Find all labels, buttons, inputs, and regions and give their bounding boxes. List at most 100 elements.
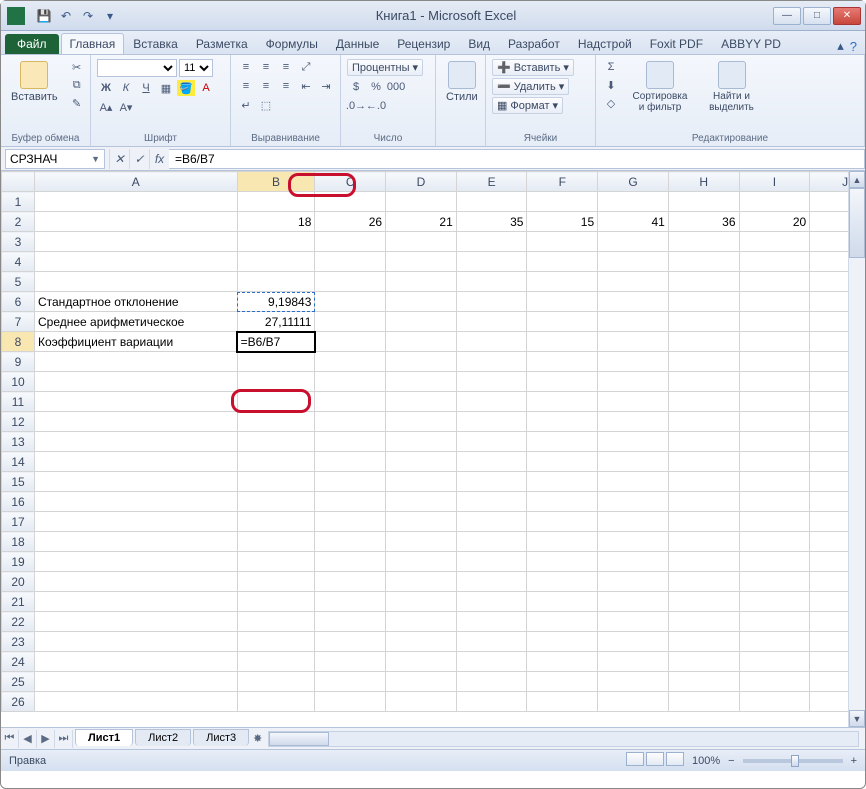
cell-B14[interactable]: [237, 452, 315, 472]
minimize-ribbon-icon[interactable]: ▴: [837, 38, 844, 54]
qat-dropdown-icon[interactable]: ▾: [101, 7, 119, 25]
cell-G10[interactable]: [598, 372, 669, 392]
cell-B7[interactable]: 27,11111: [237, 312, 315, 332]
cell-F9[interactable]: [527, 352, 598, 372]
col-header-B[interactable]: B: [237, 172, 315, 192]
cell-A10[interactable]: [34, 372, 237, 392]
cell-C8[interactable]: [315, 332, 386, 352]
col-header-F[interactable]: F: [527, 172, 598, 192]
vertical-scrollbar[interactable]: ▲ ▼: [848, 171, 865, 727]
cell-E9[interactable]: [456, 352, 527, 372]
row-header-1[interactable]: 1: [2, 192, 35, 212]
cell-D24[interactable]: [386, 652, 457, 672]
cell-H14[interactable]: [668, 452, 739, 472]
cell-G16[interactable]: [598, 492, 669, 512]
format-painter-icon[interactable]: ✎: [68, 95, 86, 111]
cell-I18[interactable]: [739, 532, 810, 552]
sheet-nav-prev-icon[interactable]: ◀: [19, 730, 37, 748]
tab-developer[interactable]: Разработ: [499, 33, 569, 54]
cell-D14[interactable]: [386, 452, 457, 472]
cell-A26[interactable]: [34, 692, 237, 712]
cell-F15[interactable]: [527, 472, 598, 492]
cell-C9[interactable]: [315, 352, 386, 372]
cell-B25[interactable]: [237, 672, 315, 692]
cell-B1[interactable]: [237, 192, 315, 212]
cell-E17[interactable]: [456, 512, 527, 532]
worksheet-grid[interactable]: A B C D E F G H I J 12182621351541362032…: [1, 171, 865, 727]
border-button[interactable]: ▦: [157, 80, 175, 96]
decrease-font-icon[interactable]: A▾: [117, 99, 135, 115]
cell-E21[interactable]: [456, 592, 527, 612]
number-format-select[interactable]: Процентны ▾: [347, 59, 423, 76]
cell-I10[interactable]: [739, 372, 810, 392]
cell-H17[interactable]: [668, 512, 739, 532]
tab-addins[interactable]: Надстрой: [569, 33, 641, 54]
cell-H15[interactable]: [668, 472, 739, 492]
cell-A24[interactable]: [34, 652, 237, 672]
align-right-icon[interactable]: ≡: [277, 78, 295, 94]
name-box-dropdown-icon[interactable]: ▼: [91, 154, 100, 164]
cell-I12[interactable]: [739, 412, 810, 432]
autosum-icon[interactable]: Σ: [602, 59, 620, 75]
cell-G18[interactable]: [598, 532, 669, 552]
row-header-18[interactable]: 18: [2, 532, 35, 552]
cell-D11[interactable]: [386, 392, 457, 412]
cell-H16[interactable]: [668, 492, 739, 512]
cell-H18[interactable]: [668, 532, 739, 552]
cell-G19[interactable]: [598, 552, 669, 572]
cell-G21[interactable]: [598, 592, 669, 612]
cell-I26[interactable]: [739, 692, 810, 712]
cell-B8[interactable]: =B6/B7: [237, 332, 315, 352]
tab-foxit[interactable]: Foxit PDF: [641, 33, 712, 54]
cell-C11[interactable]: [315, 392, 386, 412]
cell-F21[interactable]: [527, 592, 598, 612]
sort-filter-button[interactable]: Сортировка и фильтр: [626, 59, 694, 115]
cell-G14[interactable]: [598, 452, 669, 472]
cell-B17[interactable]: [237, 512, 315, 532]
cell-B12[interactable]: [237, 412, 315, 432]
cell-H5[interactable]: [668, 272, 739, 292]
cell-B16[interactable]: [237, 492, 315, 512]
cell-H19[interactable]: [668, 552, 739, 572]
cell-I19[interactable]: [739, 552, 810, 572]
cell-I14[interactable]: [739, 452, 810, 472]
row-header-13[interactable]: 13: [2, 432, 35, 452]
col-header-H[interactable]: H: [668, 172, 739, 192]
cell-G15[interactable]: [598, 472, 669, 492]
cell-C24[interactable]: [315, 652, 386, 672]
tab-insert[interactable]: Вставка: [124, 33, 187, 54]
cell-D6[interactable]: [386, 292, 457, 312]
maximize-button[interactable]: □: [803, 7, 831, 25]
row-header-26[interactable]: 26: [2, 692, 35, 712]
cell-I9[interactable]: [739, 352, 810, 372]
fill-icon[interactable]: ⬇: [602, 77, 620, 93]
row-header-11[interactable]: 11: [2, 392, 35, 412]
cell-D2[interactable]: 21: [386, 212, 457, 232]
cell-E24[interactable]: [456, 652, 527, 672]
cell-I16[interactable]: [739, 492, 810, 512]
copy-icon[interactable]: ⧉: [68, 77, 86, 93]
scroll-down-icon[interactable]: ▼: [849, 710, 865, 727]
cell-H7[interactable]: [668, 312, 739, 332]
cell-A3[interactable]: [34, 232, 237, 252]
close-button[interactable]: ✕: [833, 7, 861, 25]
col-header-I[interactable]: I: [739, 172, 810, 192]
cell-E11[interactable]: [456, 392, 527, 412]
normal-view-button[interactable]: [626, 752, 644, 766]
cell-H12[interactable]: [668, 412, 739, 432]
indent-decrease-icon[interactable]: ⇤: [297, 78, 315, 94]
cell-D1[interactable]: [386, 192, 457, 212]
cell-B23[interactable]: [237, 632, 315, 652]
cell-C4[interactable]: [315, 252, 386, 272]
font-color-button[interactable]: A: [197, 80, 215, 96]
cell-F7[interactable]: [527, 312, 598, 332]
cell-E12[interactable]: [456, 412, 527, 432]
row-header-25[interactable]: 25: [2, 672, 35, 692]
cell-E26[interactable]: [456, 692, 527, 712]
cell-B3[interactable]: [237, 232, 315, 252]
cell-C23[interactable]: [315, 632, 386, 652]
decrease-decimal-icon[interactable]: ←.0: [367, 98, 385, 114]
cell-E4[interactable]: [456, 252, 527, 272]
orientation-icon[interactable]: ⤢: [297, 59, 315, 75]
cell-E19[interactable]: [456, 552, 527, 572]
